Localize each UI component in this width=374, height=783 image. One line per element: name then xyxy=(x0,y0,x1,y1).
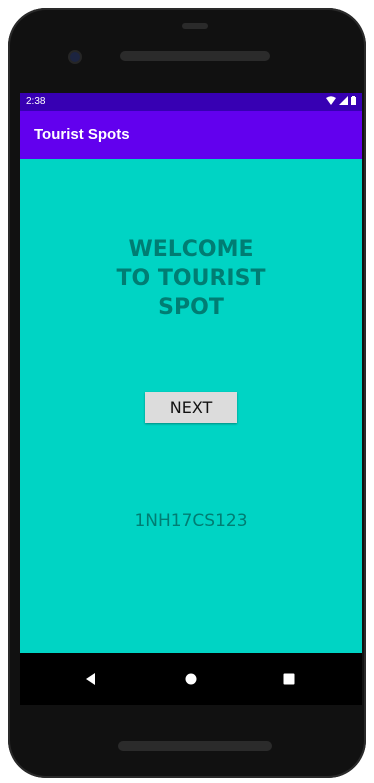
welcome-heading: WELCOME TO TOURIST SPOT xyxy=(116,237,266,320)
next-button[interactable]: NEXT xyxy=(145,392,237,423)
home-icon[interactable] xyxy=(177,665,205,693)
recents-icon[interactable] xyxy=(275,665,303,693)
main-content: WELCOME TO TOURIST SPOT NEXT 1NH17CS123 xyxy=(20,159,362,653)
earpiece-speaker xyxy=(120,51,270,61)
status-bar: 2:38 xyxy=(20,93,362,111)
app-title: Tourist Spots xyxy=(34,126,130,143)
sensor-slot xyxy=(182,23,208,29)
bottom-speaker xyxy=(118,741,272,751)
roll-number-text: 1NH17CS123 xyxy=(134,511,248,531)
status-time: 2:38 xyxy=(26,96,46,107)
navigation-bar xyxy=(20,653,362,705)
wifi-icon xyxy=(326,96,336,108)
back-icon[interactable] xyxy=(77,665,105,693)
device-screen: 2:38 Tourist Spots WELCOME TO TOURIST SP… xyxy=(20,93,362,705)
app-bar: Tourist Spots xyxy=(20,111,362,159)
battery-icon xyxy=(351,96,356,108)
status-icons xyxy=(326,96,356,108)
signal-icon xyxy=(339,96,348,108)
front-camera xyxy=(70,52,80,62)
